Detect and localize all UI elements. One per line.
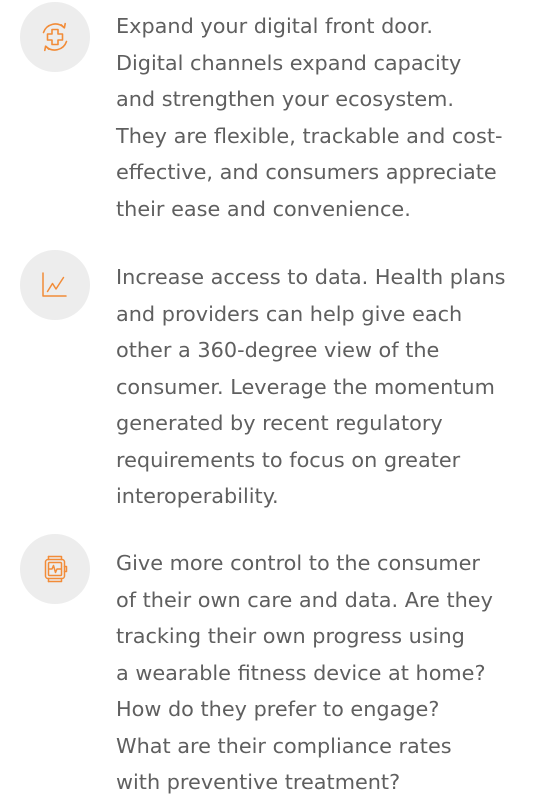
text-line: generated by recent regulatory — [116, 411, 443, 435]
text-line: Give more control to the consumer — [116, 551, 480, 575]
text-line: They are flexible, trackable and cost- — [116, 123, 503, 148]
item-text: Expand your digital front door. Digital … — [116, 8, 548, 227]
text-line: and providers can help give each — [116, 301, 463, 326]
text-line: of their own care and data. Are they — [116, 587, 493, 612]
item-text: Increase access to data. Health plans an… — [116, 259, 548, 515]
text-line: Digital channels expand capacity — [116, 50, 462, 75]
item-text: Give more control to the consumer of the… — [116, 545, 548, 801]
text-line: effective, and consumers appreciate — [116, 160, 497, 184]
text-line: other a 360-degree view of the — [116, 338, 440, 362]
line-chart-icon — [20, 250, 90, 320]
text-line: interoperability. — [116, 484, 279, 508]
text-line: Expand your digital front door. — [116, 14, 433, 38]
text-line: requirements to focus on greater — [116, 447, 461, 472]
text-line: with preventive treatment? — [116, 770, 401, 794]
refresh-medical-cross-icon — [20, 2, 90, 72]
text-line: consumer. Leverage the momentum — [116, 374, 495, 399]
text-line: Increase access to data. Health plans — [116, 265, 506, 289]
text-line: their ease and convenience. — [116, 196, 411, 221]
text-line: tracking their own progress using — [116, 624, 465, 648]
text-line: a wearable fitness device at home? — [116, 660, 486, 685]
text-line: What are their compliance rates — [116, 733, 452, 758]
text-line: How do they prefer to engage? — [116, 697, 440, 721]
text-line: and strengthen your ecosystem. — [116, 87, 455, 111]
smartwatch-heartbeat-icon — [20, 534, 90, 604]
